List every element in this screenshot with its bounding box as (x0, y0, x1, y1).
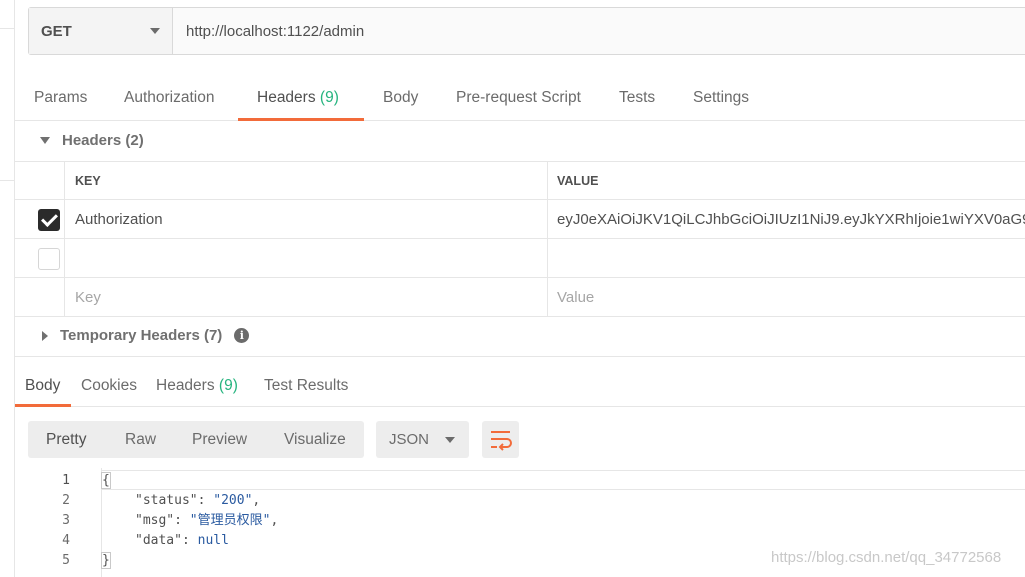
tab-body[interactable]: Body (383, 78, 418, 121)
tab-response-headers[interactable]: Headers (9) (156, 366, 238, 406)
view-raw-button[interactable]: Raw (125, 421, 156, 458)
current-line-highlight (102, 470, 1025, 490)
column-header-key: KEY (65, 162, 548, 199)
table-row (15, 239, 1025, 278)
tab-tests[interactable]: Tests (619, 78, 655, 121)
wrap-lines-icon (491, 431, 512, 451)
header-enabled-checkbox[interactable] (38, 209, 60, 231)
caret-right-icon (42, 330, 48, 341)
code-line: "status": "200", (135, 493, 261, 508)
tab-authorization[interactable]: Authorization (124, 78, 214, 121)
line-number: 5 (62, 553, 70, 568)
response-tabs: Body Cookies Headers (9) Test Results (15, 366, 1025, 407)
header-value-cell[interactable]: eyJ0eXAiOiJKV1QiLCJhbGciOiJIUzI1NiJ9.eyJ… (548, 200, 1025, 238)
tab-params[interactable]: Params (34, 78, 87, 121)
code-line: } (101, 552, 111, 569)
code-line: "msg": "管理员权限", (135, 513, 279, 528)
format-label: JSON (389, 431, 430, 448)
column-header-value: VALUE (557, 173, 599, 188)
tab-test-results[interactable]: Test Results (264, 366, 348, 406)
header-enabled-checkbox[interactable] (38, 248, 60, 270)
method-label: GET (41, 22, 72, 40)
line-number-gutter: 1 2 3 4 5 (15, 468, 101, 577)
view-visualize-button[interactable]: Visualize (284, 421, 346, 458)
line-number: 3 (62, 513, 70, 528)
url-input[interactable] (173, 8, 1025, 54)
chevron-down-icon (150, 28, 160, 34)
temporary-headers-toggle[interactable]: Temporary Headers (7) i (42, 327, 250, 344)
view-pretty-button[interactable]: Pretty (46, 421, 86, 458)
active-tab-indicator (15, 404, 71, 407)
line-number: 2 (62, 493, 70, 508)
headers-section-toggle[interactable]: Headers (2) (40, 132, 144, 149)
new-value-input[interactable]: Value (548, 278, 1025, 316)
tab-count: (9) (218, 377, 238, 394)
headers-table: KEY VALUE Authorization eyJ0eXAiOiJKV1Qi… (15, 161, 1025, 317)
wrap-lines-button[interactable] (482, 421, 519, 458)
request-tabs: Params Authorization Headers (9) Body Pr… (15, 78, 1025, 121)
view-mode-bar: Pretty Raw Preview Visualize (28, 421, 364, 458)
code-line: { (101, 472, 111, 489)
active-tab-indicator (238, 118, 364, 121)
header-key-cell[interactable]: Authorization (65, 200, 548, 238)
header-value-cell[interactable] (548, 239, 1025, 277)
table-header-row: KEY VALUE (15, 162, 1025, 200)
method-select[interactable]: GET (29, 8, 173, 54)
header-key-cell[interactable] (65, 239, 548, 277)
watermark: https://blog.csdn.net/qq_34772568 (771, 549, 1002, 566)
tab-pre-request-script[interactable]: Pre-request Script (456, 78, 581, 121)
chevron-down-icon (445, 436, 455, 443)
table-row: Authorization eyJ0eXAiOiJKV1QiLCJhbGciOi… (15, 200, 1025, 239)
line-number: 1 (62, 473, 70, 488)
line-number: 4 (62, 533, 70, 548)
sidebar-divider (0, 180, 14, 181)
new-header-row: Key Value (15, 278, 1025, 317)
code-line: "data": null (135, 533, 229, 548)
tab-headers[interactable]: Headers (9) (257, 78, 339, 121)
request-url-bar: GET (28, 7, 1025, 55)
left-sidebar-edge (0, 0, 15, 577)
format-select[interactable]: JSON (376, 421, 469, 458)
tab-settings[interactable]: Settings (693, 78, 749, 121)
new-key-input[interactable]: Key (65, 278, 548, 316)
info-icon[interactable]: i (234, 328, 250, 343)
section-divider (15, 356, 1025, 357)
sidebar-divider (0, 28, 14, 29)
caret-down-icon (40, 137, 50, 144)
tab-count: (9) (319, 89, 339, 106)
view-preview-button[interactable]: Preview (192, 421, 247, 458)
tab-response-body[interactable]: Body (25, 366, 60, 406)
tab-cookies[interactable]: Cookies (81, 366, 137, 406)
postman-window: GET Params Authorization Headers (9) Bod… (0, 0, 1025, 577)
